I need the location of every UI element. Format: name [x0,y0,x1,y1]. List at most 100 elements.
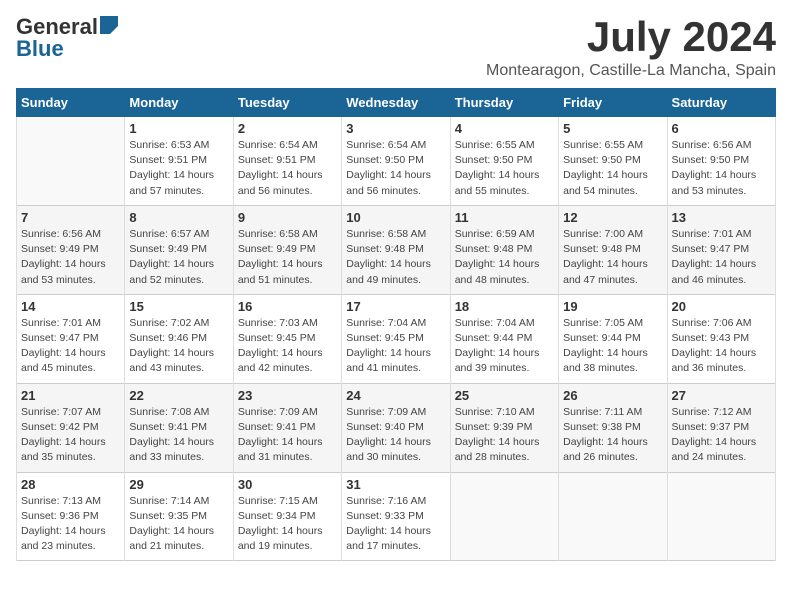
calendar-cell: 27Sunrise: 7:12 AMSunset: 9:37 PMDayligh… [667,383,775,472]
day-detail: Sunrise: 7:05 AMSunset: 9:44 PMDaylight:… [563,316,662,377]
calendar-cell: 29 Sunrise: 7:14 AMSunset: 9:35 PMDayligh… [125,472,233,561]
calendar-week-row: 28Sunrise: 7:13 AMSunset: 9:36 PMDayligh… [17,472,776,561]
calendar-cell: 6 Sunrise: 6:56 AMSunset: 9:50 PMDaylight… [667,117,775,206]
day-detail: Sunrise: 7:16 AMSunset: 9:33 PMDaylight:… [346,494,445,555]
calendar-cell: 24 Sunrise: 7:09 AMSunset: 9:40 PMDayligh… [342,383,450,472]
day-number: 3 [346,121,445,136]
day-detail: Sunrise: 7:15 AMSunset: 9:34 PMDaylight:… [238,494,337,555]
calendar-cell: 9Sunrise: 6:58 AMSunset: 9:49 PMDaylight… [233,205,341,294]
day-number: 5 [563,121,662,136]
calendar-cell: 5 Sunrise: 6:55 AMSunset: 9:50 PMDaylight… [559,117,667,206]
weekday-header-cell: Thursday [450,89,558,117]
calendar-cell [667,472,775,561]
day-detail: Sunrise: 7:14 AMSunset: 9:35 PMDaylight:… [129,494,228,555]
day-detail: Sunrise: 7:02 AMSunset: 9:46 PMDaylight:… [129,316,228,377]
calendar-cell: 15 Sunrise: 7:02 AMSunset: 9:46 PMDayligh… [125,294,233,383]
day-number: 25 [455,388,554,403]
calendar-cell: 4 Sunrise: 6:55 AMSunset: 9:50 PMDaylight… [450,117,558,206]
header: General Blue July 2024 Montearagon, Cast… [16,16,776,80]
title-area: July 2024 Montearagon, Castille-La Manch… [486,16,776,80]
calendar-week-row: 1 Sunrise: 6:53 AMSunset: 9:51 PMDaylight… [17,117,776,206]
day-detail: Sunrise: 6:54 AMSunset: 9:51 PMDaylight:… [238,138,337,199]
day-number: 24 [346,388,445,403]
day-detail: Sunrise: 7:04 AMSunset: 9:45 PMDaylight:… [346,316,445,377]
day-detail: Sunrise: 6:55 AMSunset: 9:50 PMDaylight:… [563,138,662,199]
day-number: 18 [455,299,554,314]
day-detail: Sunrise: 7:01 AMSunset: 9:47 PMDaylight:… [672,227,771,288]
day-number: 9 [238,210,337,225]
calendar-cell: 30 Sunrise: 7:15 AMSunset: 9:34 PMDayligh… [233,472,341,561]
day-detail: Sunrise: 7:06 AMSunset: 9:43 PMDaylight:… [672,316,771,377]
calendar-cell: 31 Sunrise: 7:16 AMSunset: 9:33 PMDayligh… [342,472,450,561]
day-detail: Sunrise: 7:03 AMSunset: 9:45 PMDaylight:… [238,316,337,377]
calendar-cell: 28Sunrise: 7:13 AMSunset: 9:36 PMDayligh… [17,472,125,561]
calendar-cell: 8 Sunrise: 6:57 AMSunset: 9:49 PMDaylight… [125,205,233,294]
day-number: 4 [455,121,554,136]
day-number: 23 [238,388,337,403]
logo-blue-text: Blue [16,38,64,60]
day-detail: Sunrise: 6:57 AMSunset: 9:49 PMDaylight:… [129,227,228,288]
calendar-cell: 14Sunrise: 7:01 AMSunset: 9:47 PMDayligh… [17,294,125,383]
day-number: 16 [238,299,337,314]
day-detail: Sunrise: 6:54 AMSunset: 9:50 PMDaylight:… [346,138,445,199]
day-number: 29 [129,477,228,492]
calendar-cell: 21 Sunrise: 7:07 AMSunset: 9:42 PMDayligh… [17,383,125,472]
calendar-cell: 3 Sunrise: 6:54 AMSunset: 9:50 PMDaylight… [342,117,450,206]
day-detail: Sunrise: 7:08 AMSunset: 9:41 PMDaylight:… [129,405,228,466]
calendar-table: SundayMondayTuesdayWednesdayThursdayFrid… [16,88,776,561]
day-detail: Sunrise: 7:09 AMSunset: 9:41 PMDaylight:… [238,405,337,466]
day-number: 11 [455,210,554,225]
calendar-week-row: 14Sunrise: 7:01 AMSunset: 9:47 PMDayligh… [17,294,776,383]
day-detail: Sunrise: 6:55 AMSunset: 9:50 PMDaylight:… [455,138,554,199]
day-number: 15 [129,299,228,314]
logo: General Blue [16,16,118,60]
calendar-cell: 18 Sunrise: 7:04 AMSunset: 9:44 PMDayligh… [450,294,558,383]
calendar-cell [559,472,667,561]
calendar-week-row: 7 Sunrise: 6:56 AMSunset: 9:49 PMDaylight… [17,205,776,294]
weekday-header-cell: Saturday [667,89,775,117]
day-number: 14 [21,299,120,314]
day-detail: Sunrise: 6:56 AMSunset: 9:50 PMDaylight:… [672,138,771,199]
day-number: 10 [346,210,445,225]
calendar-cell: 1 Sunrise: 6:53 AMSunset: 9:51 PMDaylight… [125,117,233,206]
calendar-cell: 7 Sunrise: 6:56 AMSunset: 9:49 PMDaylight… [17,205,125,294]
day-number: 21 [21,388,120,403]
day-detail: Sunrise: 7:04 AMSunset: 9:44 PMDaylight:… [455,316,554,377]
calendar-cell: 16 Sunrise: 7:03 AMSunset: 9:45 PMDayligh… [233,294,341,383]
day-detail: Sunrise: 7:09 AMSunset: 9:40 PMDaylight:… [346,405,445,466]
day-number: 6 [672,121,771,136]
day-number: 12 [563,210,662,225]
weekday-header-cell: Tuesday [233,89,341,117]
day-number: 28 [21,477,120,492]
weekday-header-row: SundayMondayTuesdayWednesdayThursdayFrid… [17,89,776,117]
day-number: 31 [346,477,445,492]
day-number: 22 [129,388,228,403]
calendar-week-row: 21 Sunrise: 7:07 AMSunset: 9:42 PMDayligh… [17,383,776,472]
day-number: 30 [238,477,337,492]
calendar-cell: 22 Sunrise: 7:08 AMSunset: 9:41 PMDayligh… [125,383,233,472]
day-number: 8 [129,210,228,225]
calendar-cell: 2 Sunrise: 6:54 AMSunset: 9:51 PMDaylight… [233,117,341,206]
calendar-cell: 17Sunrise: 7:04 AMSunset: 9:45 PMDayligh… [342,294,450,383]
calendar-cell: 26Sunrise: 7:11 AMSunset: 9:38 PMDayligh… [559,383,667,472]
day-detail: Sunrise: 7:10 AMSunset: 9:39 PMDaylight:… [455,405,554,466]
day-number: 27 [672,388,771,403]
day-number: 13 [672,210,771,225]
calendar-cell: 19Sunrise: 7:05 AMSunset: 9:44 PMDayligh… [559,294,667,383]
calendar-cell: 25 Sunrise: 7:10 AMSunset: 9:39 PMDayligh… [450,383,558,472]
weekday-header-cell: Sunday [17,89,125,117]
day-detail: Sunrise: 7:00 AMSunset: 9:48 PMDaylight:… [563,227,662,288]
calendar-cell: 11Sunrise: 6:59 AMSunset: 9:48 PMDayligh… [450,205,558,294]
weekday-header-cell: Monday [125,89,233,117]
day-number: 7 [21,210,120,225]
day-number: 20 [672,299,771,314]
day-number: 2 [238,121,337,136]
day-detail: Sunrise: 6:56 AMSunset: 9:49 PMDaylight:… [21,227,120,288]
calendar-cell: 10Sunrise: 6:58 AMSunset: 9:48 PMDayligh… [342,205,450,294]
calendar-cell: 23 Sunrise: 7:09 AMSunset: 9:41 PMDayligh… [233,383,341,472]
calendar-cell: 13 Sunrise: 7:01 AMSunset: 9:47 PMDayligh… [667,205,775,294]
month-title: July 2024 [486,16,776,58]
day-detail: Sunrise: 6:53 AMSunset: 9:51 PMDaylight:… [129,138,228,199]
day-number: 1 [129,121,228,136]
day-detail: Sunrise: 7:07 AMSunset: 9:42 PMDaylight:… [21,405,120,466]
